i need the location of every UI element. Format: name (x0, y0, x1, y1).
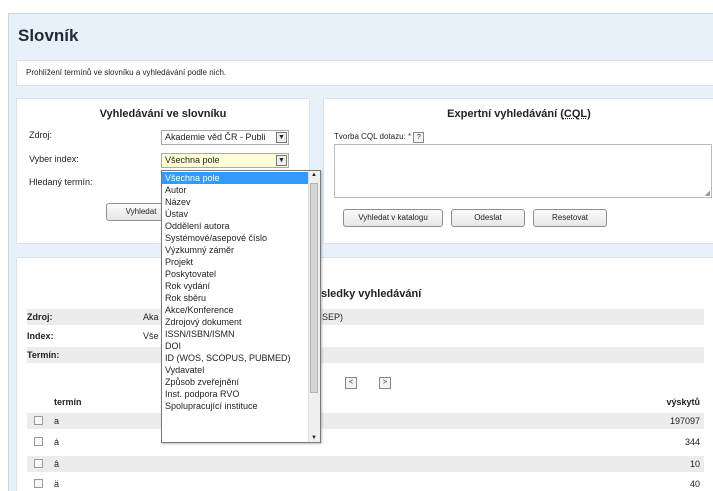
chevron-down-icon[interactable]: ▼ (276, 155, 287, 166)
help-icon[interactable]: ? (413, 132, 425, 143)
row-term[interactable]: ä (54, 476, 59, 490)
intro-panel: Prohlížení termínů ve slovníku a vyhledá… (16, 60, 713, 86)
scroll-up-icon[interactable]: ▲ (311, 172, 317, 178)
source-select[interactable]: Akademie věd ČR - Publi ▼ (161, 130, 289, 145)
submit-label: Odeslat (474, 213, 502, 222)
row-term[interactable]: â (54, 456, 59, 472)
term-label: Hledaný termín: (29, 177, 93, 187)
results-index-value: Vše (143, 331, 159, 341)
expert-search-panel: Expertní vyhledávání (CQL) Tvorba CQL do… (323, 98, 713, 244)
dropdown-option[interactable]: Zdrojový dokument (162, 316, 309, 328)
row-count: 344 (684, 437, 700, 447)
dropdown-option[interactable]: Autor (162, 184, 309, 196)
results-title: sledky vyhledávání (321, 288, 422, 300)
expert-title-text: Expertní vyhledávání ( (447, 108, 564, 120)
dropdown-option[interactable]: Systémové/asepové číslo (162, 232, 309, 244)
index-label: Vyber index: (29, 154, 79, 164)
row-checkbox[interactable] (34, 416, 43, 425)
dropdown-option[interactable]: Způsob zveřejnění (162, 376, 309, 388)
dropdown-option[interactable]: Vydavatel (162, 364, 309, 376)
chevron-down-icon[interactable]: ▼ (276, 132, 287, 143)
submit-button[interactable]: Odeslat (451, 209, 525, 227)
row-checkbox[interactable] (34, 437, 43, 446)
expert-search-title: Expertní vyhledávání (CQL) (324, 108, 713, 120)
table-row: a 197097 (27, 413, 704, 429)
dropdown-option[interactable]: Oddělení autora (162, 220, 309, 232)
dropdown-option[interactable]: Spolupracující instituce (162, 400, 309, 412)
dropdown-scrollbar[interactable]: ▲ ▼ (308, 171, 320, 442)
source-label: Zdroj: (29, 130, 53, 140)
dropdown-option[interactable]: Ústav (162, 208, 309, 220)
results-term-label: Termín: (27, 350, 60, 360)
source-select-value: Akademie věd ČR - Publi (165, 132, 266, 142)
dropdown-option[interactable]: ISSN/ISBN/ISMN (162, 328, 309, 340)
cql-abbr: CQL (563, 108, 588, 120)
row-checkbox[interactable] (34, 459, 43, 468)
search-catalog-label: Vyhledat v katalogu (358, 213, 428, 222)
simple-search-title: Vyhledávání ve slovníku (99, 108, 227, 120)
dropdown-option[interactable]: Rok sběru (162, 292, 309, 304)
dropdown-option[interactable]: ID (WOS, SCOPUS, PUBMED) (162, 352, 309, 364)
results-index-label: Index: (27, 331, 54, 341)
col-count-header: výskytů (666, 397, 700, 407)
row-count: 10 (689, 459, 700, 469)
dropdown-option[interactable]: Akce/Konference (162, 304, 309, 316)
next-page-button[interactable]: > (379, 377, 391, 389)
dropdown-option[interactable]: Všechna pole (162, 172, 309, 184)
results-source-label: Zdroj: (27, 312, 53, 322)
simple-search-button-label: Vyhledat (125, 207, 157, 216)
row-count: 197097 (669, 416, 700, 426)
scrollbar-thumb[interactable] (310, 183, 318, 393)
required-mark: * (407, 132, 412, 141)
index-dropdown-list[interactable]: Všechna pole Autor Název Ústav Oddělení auto… (161, 170, 321, 443)
dropdown-option[interactable]: Název (162, 196, 309, 208)
scroll-down-icon[interactable]: ▼ (311, 435, 317, 441)
expert-title-end: ) (587, 108, 591, 120)
table-row: â 10 (27, 456, 704, 472)
cql-label-text: Tvorba CQL dotazu: (334, 132, 406, 141)
search-catalog-button[interactable]: Vyhledat v katalogu (343, 209, 443, 227)
reset-label: Resetovat (551, 213, 589, 222)
results-source-row: Zdroj: Aka SEP) (27, 309, 704, 325)
dropdown-option[interactable]: Rok vydání (162, 280, 309, 292)
index-select[interactable]: Všechna pole ▼ (161, 153, 289, 168)
dropdown-option[interactable]: Projekt (162, 256, 309, 268)
dropdown-options: Všechna pole Autor Název Ústav Oddělení auto… (162, 172, 309, 412)
dropdown-option[interactable]: DOI (162, 340, 309, 352)
table-row: ä 40 (27, 476, 704, 490)
index-select-value: Všechna pole (165, 155, 220, 165)
dropdown-option[interactable]: Výzkumný záměr (162, 244, 309, 256)
page-title: Slovník (18, 26, 79, 45)
row-term[interactable]: á (54, 434, 59, 450)
results-source-value: Aka (143, 312, 159, 322)
table-row: á 344 (27, 434, 704, 450)
results-term-row: Termín: (27, 347, 704, 363)
results-index-row: Index: Vše (27, 328, 704, 344)
prev-page-button[interactable]: < (345, 377, 357, 389)
cql-query-label: Tvorba CQL dotazu: * ? (334, 132, 425, 143)
reset-button[interactable]: Resetovat (533, 209, 607, 227)
row-checkbox[interactable] (34, 479, 43, 488)
col-term-header: termín (54, 397, 82, 407)
resize-handle-icon[interactable]: ◢ (705, 189, 710, 197)
results-header-row: termín výskytů (27, 394, 704, 410)
dropdown-option[interactable]: Inst. podpora RVO (162, 388, 309, 400)
row-term[interactable]: a (54, 413, 59, 429)
row-count: 40 (689, 479, 700, 489)
intro-text: Prohlížení termínů ve slovníku a vyhledá… (26, 68, 227, 77)
cql-query-textarea[interactable]: ◢ (334, 144, 712, 198)
dropdown-option[interactable]: Poskytovatel (162, 268, 309, 280)
results-source-tail: SEP) (322, 312, 344, 322)
